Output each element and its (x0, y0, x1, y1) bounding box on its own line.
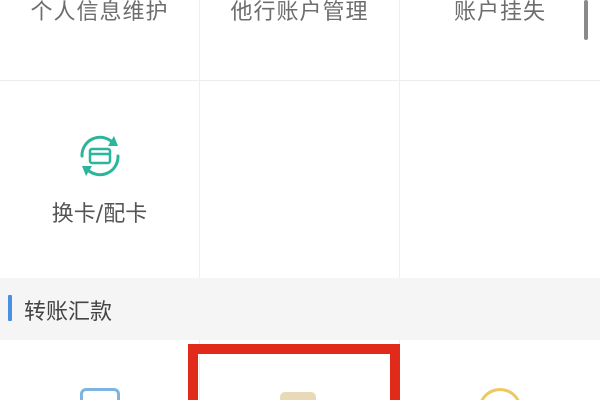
service-row-card: 换卡/配卡 (0, 80, 600, 278)
personal-info-label: 个人信息维护 (30, 0, 169, 25)
services-screen: 个人信息维护 他行账户管理 账户挂失 换卡/配卡 转账汇款 (0, 0, 600, 400)
empty-cell (400, 80, 600, 278)
card-exchange-item[interactable]: 换卡/配卡 (0, 80, 200, 278)
transfer-icon (80, 388, 120, 400)
highlight-annotation (188, 344, 400, 400)
personal-info-item[interactable]: 个人信息维护 (0, 0, 200, 80)
other-bank-account-label: 他行账户管理 (230, 0, 369, 25)
empty-cell (200, 80, 400, 278)
account-loss-report-label: 账户挂失 (453, 0, 546, 25)
card-exchange-label: 换卡/配卡 (51, 202, 148, 227)
other-bank-account-item[interactable]: 他行账户管理 (200, 0, 400, 80)
section-accent-bar (8, 295, 12, 321)
section-header-transfer: 转账汇款 (0, 278, 600, 340)
section-title: 转账汇款 (24, 300, 113, 325)
account-loss-report-item[interactable]: 账户挂失 (400, 0, 600, 80)
service-row-account: 个人信息维护 他行账户管理 账户挂失 (0, 0, 600, 80)
card-exchange-icon (79, 135, 120, 177)
scrollbar-thumb[interactable] (584, 0, 588, 40)
